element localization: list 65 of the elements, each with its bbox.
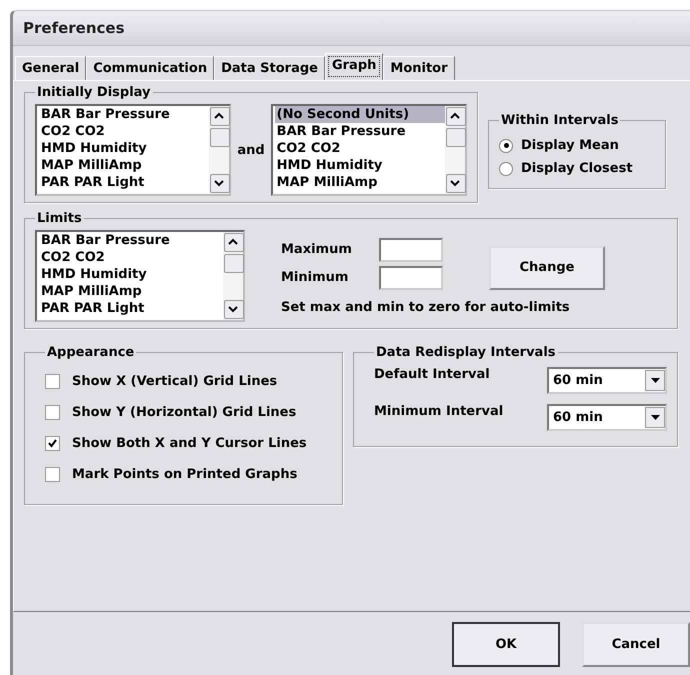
checkbox[interactable] bbox=[45, 374, 60, 389]
checkbox[interactable] bbox=[45, 467, 60, 482]
tab[interactable]: Monitor bbox=[383, 56, 455, 80]
radio-label: Display Mean bbox=[521, 138, 619, 153]
input-field[interactable] bbox=[379, 238, 443, 262]
radio-button[interactable] bbox=[499, 138, 513, 152]
list-box[interactable]: (No Second Units) BAR Bar Pressure CO2 CO2 HMD Humidity MAP MilliAmp bbox=[270, 104, 467, 196]
list-item[interactable]: (No Second Units) bbox=[274, 106, 445, 123]
hint-text: Set max and min to zero for auto-limits bbox=[281, 300, 571, 314]
list-item[interactable]: BAR Bar Pressure bbox=[39, 232, 223, 249]
checkbox[interactable] bbox=[45, 436, 60, 451]
field-label: Minimum Interval bbox=[374, 404, 504, 419]
checkbox[interactable] bbox=[45, 405, 60, 420]
scroll-up-button[interactable] bbox=[210, 107, 230, 126]
scroll-thumb[interactable] bbox=[446, 128, 466, 147]
list-box[interactable]: BAR Bar Pressure CO2 CO2 HMD Humidity MAP MilliAmp PAR PAR Light bbox=[35, 230, 245, 322]
group-title: Data Redisplay Intervals bbox=[375, 345, 557, 360]
tab[interactable]: General bbox=[15, 56, 86, 80]
input-field[interactable] bbox=[379, 266, 443, 290]
dialog-button[interactable]: Cancel bbox=[582, 622, 690, 667]
scroll-thumb[interactable] bbox=[210, 128, 230, 147]
change-button[interactable]: Change bbox=[489, 246, 605, 290]
list-item[interactable]: HMD Humidity bbox=[274, 157, 445, 174]
scroll-down-button[interactable] bbox=[224, 300, 244, 319]
list-item[interactable]: BAR Bar Pressure bbox=[274, 123, 445, 140]
list-item[interactable]: CO2 CO2 bbox=[39, 249, 223, 266]
radio-button[interactable] bbox=[499, 162, 513, 176]
group-title: Within Intervals bbox=[500, 113, 620, 128]
list-item[interactable]: CO2 CO2 bbox=[39, 123, 210, 140]
list-item[interactable]: HMD Humidity bbox=[39, 140, 210, 157]
group-title: Limits bbox=[36, 211, 83, 226]
tab[interactable]: Communication bbox=[86, 56, 214, 80]
list-item[interactable]: MAP MilliAmp bbox=[274, 174, 445, 191]
field-label: Maximum bbox=[281, 242, 353, 257]
joiner-label: and bbox=[237, 142, 265, 158]
caret-icon bbox=[650, 378, 660, 383]
tab[interactable]: Data Storage bbox=[214, 56, 325, 80]
scroll-down-button[interactable] bbox=[446, 174, 466, 193]
group-title: Appearance bbox=[46, 345, 136, 360]
list-item[interactable]: PAR PAR Light bbox=[39, 300, 223, 317]
window-title: Preferences bbox=[23, 19, 125, 37]
checkbox-label: Show Y (Horizontal) Grid Lines bbox=[72, 405, 296, 420]
list-item[interactable]: BAR Bar Pressure bbox=[39, 106, 210, 123]
scroll-up-button[interactable] bbox=[224, 233, 244, 252]
group-title: Initially Display bbox=[36, 85, 152, 100]
list-item[interactable]: HMD Humidity bbox=[39, 266, 223, 283]
checkbox-label: Mark Points on Printed Graphs bbox=[72, 467, 298, 482]
tab[interactable]: Graph bbox=[324, 53, 384, 80]
checkbox-label: Show Both X and Y Cursor Lines bbox=[72, 436, 307, 451]
dropdown[interactable]: 60 min bbox=[547, 367, 667, 394]
list-item[interactable]: MAP MilliAmp bbox=[39, 283, 223, 300]
list-box[interactable]: BAR Bar Pressure CO2 CO2 HMD Humidity MAP MilliAmp PAR PAR Light bbox=[35, 104, 232, 196]
list-item[interactable]: PAR PAR Light bbox=[39, 174, 210, 191]
caret-icon bbox=[650, 415, 660, 420]
scroll-up-button[interactable] bbox=[446, 107, 466, 126]
dialog-button[interactable]: OK bbox=[452, 622, 560, 667]
list-item[interactable]: CO2 CO2 bbox=[274, 140, 445, 157]
field-label: Default Interval bbox=[374, 367, 490, 382]
dropdown[interactable]: 60 min bbox=[547, 404, 667, 431]
scroll-down-button[interactable] bbox=[210, 174, 230, 193]
scroll-thumb[interactable] bbox=[224, 254, 244, 273]
list-item[interactable]: MAP MilliAmp bbox=[39, 157, 210, 174]
radio-label: Display Closest bbox=[521, 161, 633, 176]
checkbox-label: Show X (Vertical) Grid Lines bbox=[72, 374, 278, 389]
field-label: Minimum bbox=[281, 270, 350, 285]
